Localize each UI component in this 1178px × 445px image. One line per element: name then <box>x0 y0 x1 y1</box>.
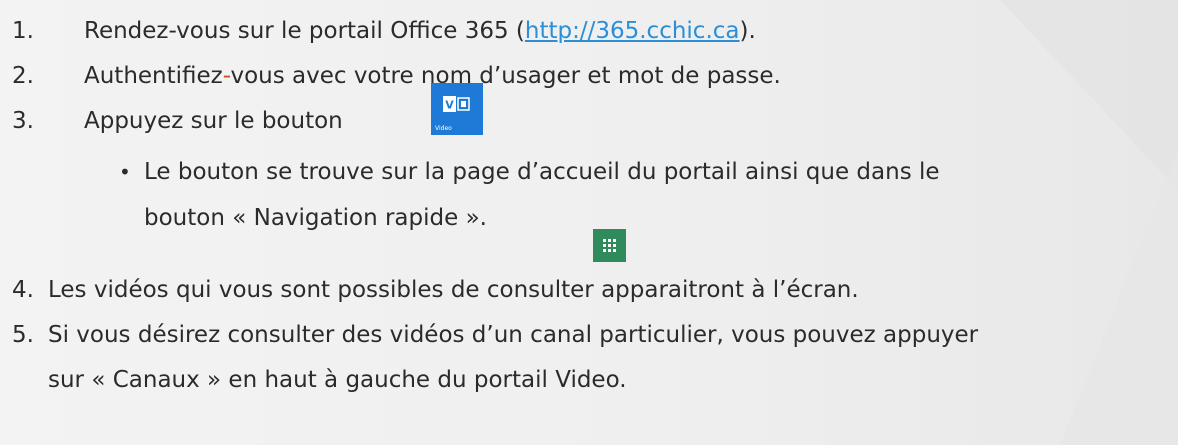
step-5-line-1: Si vous désirez consulter des vidéos d’u… <box>48 322 979 348</box>
step-4-number: 4. <box>12 277 34 303</box>
svg-text:V: V <box>445 99 454 112</box>
step-4-text: Les vidéos qui vous sont possibles de co… <box>48 277 859 303</box>
step-2-text-part2: vous avec votre nom d’usager et mot de p… <box>230 63 781 89</box>
app-launcher-icon <box>603 239 616 252</box>
sub-bullet-line-2: bouton « Navigation rapide ». <box>144 205 487 231</box>
video-app-button[interactable]: V Video <box>431 83 483 135</box>
step-3-text: Appuyez sur le bouton <box>84 108 343 134</box>
step-5-number: 5. <box>12 322 34 348</box>
sub-bullet-line-1: Le bouton se trouve sur la page d’accuei… <box>144 159 940 185</box>
step-1-number: 1. <box>12 18 34 44</box>
video-caption: Video <box>435 125 452 132</box>
sub-bullet-marker: • <box>119 160 131 184</box>
step-1-text-after: ). <box>739 18 756 44</box>
quick-navigation-button[interactable] <box>593 229 626 262</box>
step-2-text-part1: Authentifiez <box>84 63 223 89</box>
step-3-number: 3. <box>12 108 34 134</box>
step-2-number: 2. <box>12 63 34 89</box>
step-1-text: Rendez-vous sur le portail Office 365 (h… <box>84 16 756 46</box>
step-5-line-2: sur « Canaux » en haut à gauche du porta… <box>48 367 627 393</box>
video-icon: V <box>443 96 470 112</box>
portal-link[interactable]: http://365.cchic.ca <box>525 18 740 44</box>
step-1-text-before: Rendez-vous sur le portail Office 365 ( <box>84 18 525 44</box>
